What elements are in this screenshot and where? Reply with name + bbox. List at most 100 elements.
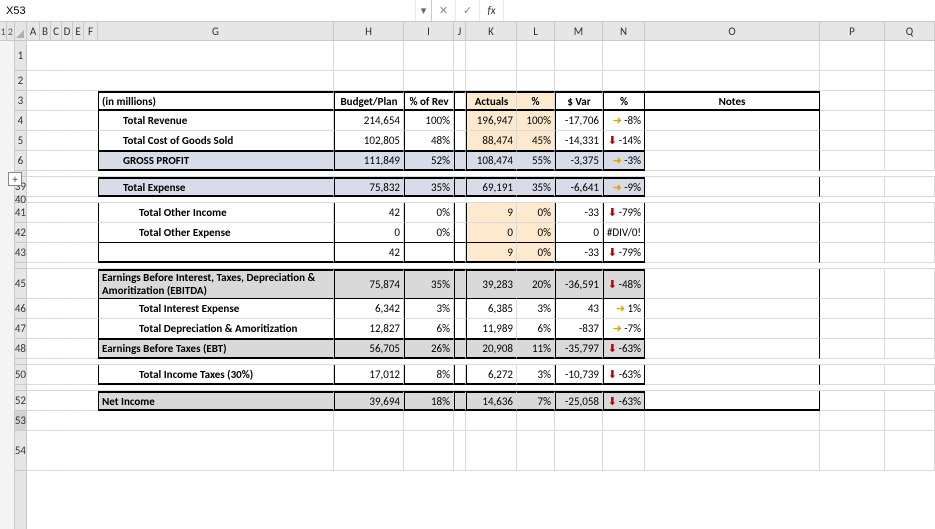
cell[interactable] <box>885 269 935 299</box>
cell[interactable] <box>645 131 820 151</box>
cell[interactable] <box>84 339 98 359</box>
cell[interactable] <box>885 41 935 71</box>
row-header-3[interactable]: 3 <box>15 91 26 111</box>
cell[interactable] <box>51 299 62 319</box>
cell[interactable] <box>51 223 62 243</box>
cell[interactable] <box>454 411 466 431</box>
cell[interactable]: 43 <box>555 299 603 319</box>
label-total-expense[interactable]: Total Expense <box>98 177 334 197</box>
label-net-income[interactable]: Net Income <box>98 391 334 411</box>
label-depr-amort[interactable]: Total Depreciation & Amoritization <box>98 319 334 339</box>
cell[interactable]: 11,989 <box>466 319 517 339</box>
name-box[interactable] <box>0 0 80 21</box>
col-header-C[interactable]: C <box>51 22 62 40</box>
cell[interactable]: 55% <box>517 151 555 171</box>
cell[interactable] <box>454 151 466 171</box>
cell[interactable] <box>404 71 454 91</box>
row-header-52[interactable]: 52 <box>15 391 26 411</box>
cell[interactable] <box>62 365 73 385</box>
cell[interactable]: -35,797 <box>555 339 603 359</box>
label-other-income[interactable]: Total Other Income <box>98 203 334 223</box>
cell[interactable] <box>84 111 98 131</box>
cell[interactable]: 75,874 <box>334 269 404 299</box>
cell[interactable] <box>62 71 73 91</box>
cell[interactable]: 102,805 <box>334 131 404 151</box>
col-header-K[interactable]: K <box>466 22 517 40</box>
cell[interactable] <box>84 431 98 471</box>
cell[interactable]: -63% <box>603 339 645 359</box>
cell[interactable]: 100% <box>404 111 454 131</box>
cell[interactable] <box>820 319 885 339</box>
label-total-cogs[interactable]: Total Cost of Goods Sold <box>98 131 334 151</box>
cell[interactable] <box>73 299 84 319</box>
cell[interactable] <box>645 223 820 243</box>
cell[interactable]: -9% <box>603 177 645 197</box>
cell[interactable]: 196,947 <box>466 111 517 131</box>
cell[interactable] <box>454 319 466 339</box>
col-header-I[interactable]: I <box>404 22 454 40</box>
cell[interactable] <box>84 269 98 299</box>
cell-div0[interactable]: #DIV/0! <box>603 223 645 243</box>
cell[interactable] <box>51 131 62 151</box>
cell[interactable] <box>40 131 51 151</box>
cell[interactable] <box>517 41 555 71</box>
hdr-budget[interactable]: Budget/Plan <box>334 91 404 111</box>
cell[interactable] <box>51 177 62 197</box>
cell[interactable]: -3,375 <box>555 151 603 171</box>
cell[interactable] <box>27 91 40 111</box>
cell[interactable] <box>62 223 73 243</box>
cell[interactable] <box>555 411 603 431</box>
cell[interactable] <box>454 365 466 385</box>
cell[interactable] <box>84 411 98 431</box>
row-header-42[interactable]: 42 <box>15 223 26 243</box>
cell[interactable]: 1% <box>603 299 645 319</box>
cell[interactable]: 69,191 <box>466 177 517 197</box>
cell[interactable]: 0% <box>517 203 555 223</box>
label-income-tax[interactable]: Total Income Taxes (30%) <box>98 365 334 385</box>
cell[interactable] <box>603 411 645 431</box>
cell[interactable] <box>555 41 603 71</box>
cell[interactable] <box>51 151 62 171</box>
cell[interactable] <box>517 411 555 431</box>
col-header-B[interactable]: B <box>40 22 51 40</box>
cell[interactable] <box>73 269 84 299</box>
cell[interactable] <box>603 41 645 71</box>
cell[interactable] <box>820 177 885 197</box>
cell[interactable]: -48% <box>603 269 645 299</box>
cell[interactable]: 111,849 <box>334 151 404 171</box>
cell[interactable] <box>466 411 517 431</box>
cell[interactable] <box>62 319 73 339</box>
col-header-J[interactable]: J <box>454 22 466 40</box>
cell[interactable] <box>73 223 84 243</box>
cell[interactable] <box>27 339 40 359</box>
col-header-D[interactable]: D <box>62 22 73 40</box>
cell[interactable] <box>73 177 84 197</box>
cell[interactable] <box>62 243 73 263</box>
cell[interactable]: -63% <box>603 391 645 411</box>
cell[interactable] <box>820 151 885 171</box>
cell[interactable] <box>454 299 466 319</box>
cell[interactable] <box>645 319 820 339</box>
cell[interactable] <box>645 151 820 171</box>
cell[interactable] <box>73 339 84 359</box>
cell[interactable] <box>84 71 98 91</box>
cell[interactable] <box>645 203 820 223</box>
cell[interactable] <box>820 111 885 131</box>
cell[interactable] <box>885 151 935 171</box>
cell[interactable]: -8% <box>603 111 645 131</box>
col-header-P[interactable]: P <box>820 22 885 40</box>
cell[interactable] <box>27 243 40 263</box>
name-box-dropdown[interactable]: ▾ <box>415 0 431 21</box>
cell[interactable] <box>84 299 98 319</box>
cell[interactable] <box>40 269 51 299</box>
cell[interactable] <box>820 91 885 111</box>
cell[interactable] <box>555 431 603 471</box>
cell[interactable] <box>62 269 73 299</box>
cell[interactable] <box>603 431 645 471</box>
cell[interactable] <box>645 431 820 471</box>
hdr-var[interactable]: $ Var <box>555 91 603 111</box>
cell[interactable]: 52% <box>404 151 454 171</box>
cell[interactable] <box>645 269 820 299</box>
col-header-O[interactable]: O <box>645 22 820 40</box>
outline-level-2[interactable]: 2 <box>7 22 14 40</box>
